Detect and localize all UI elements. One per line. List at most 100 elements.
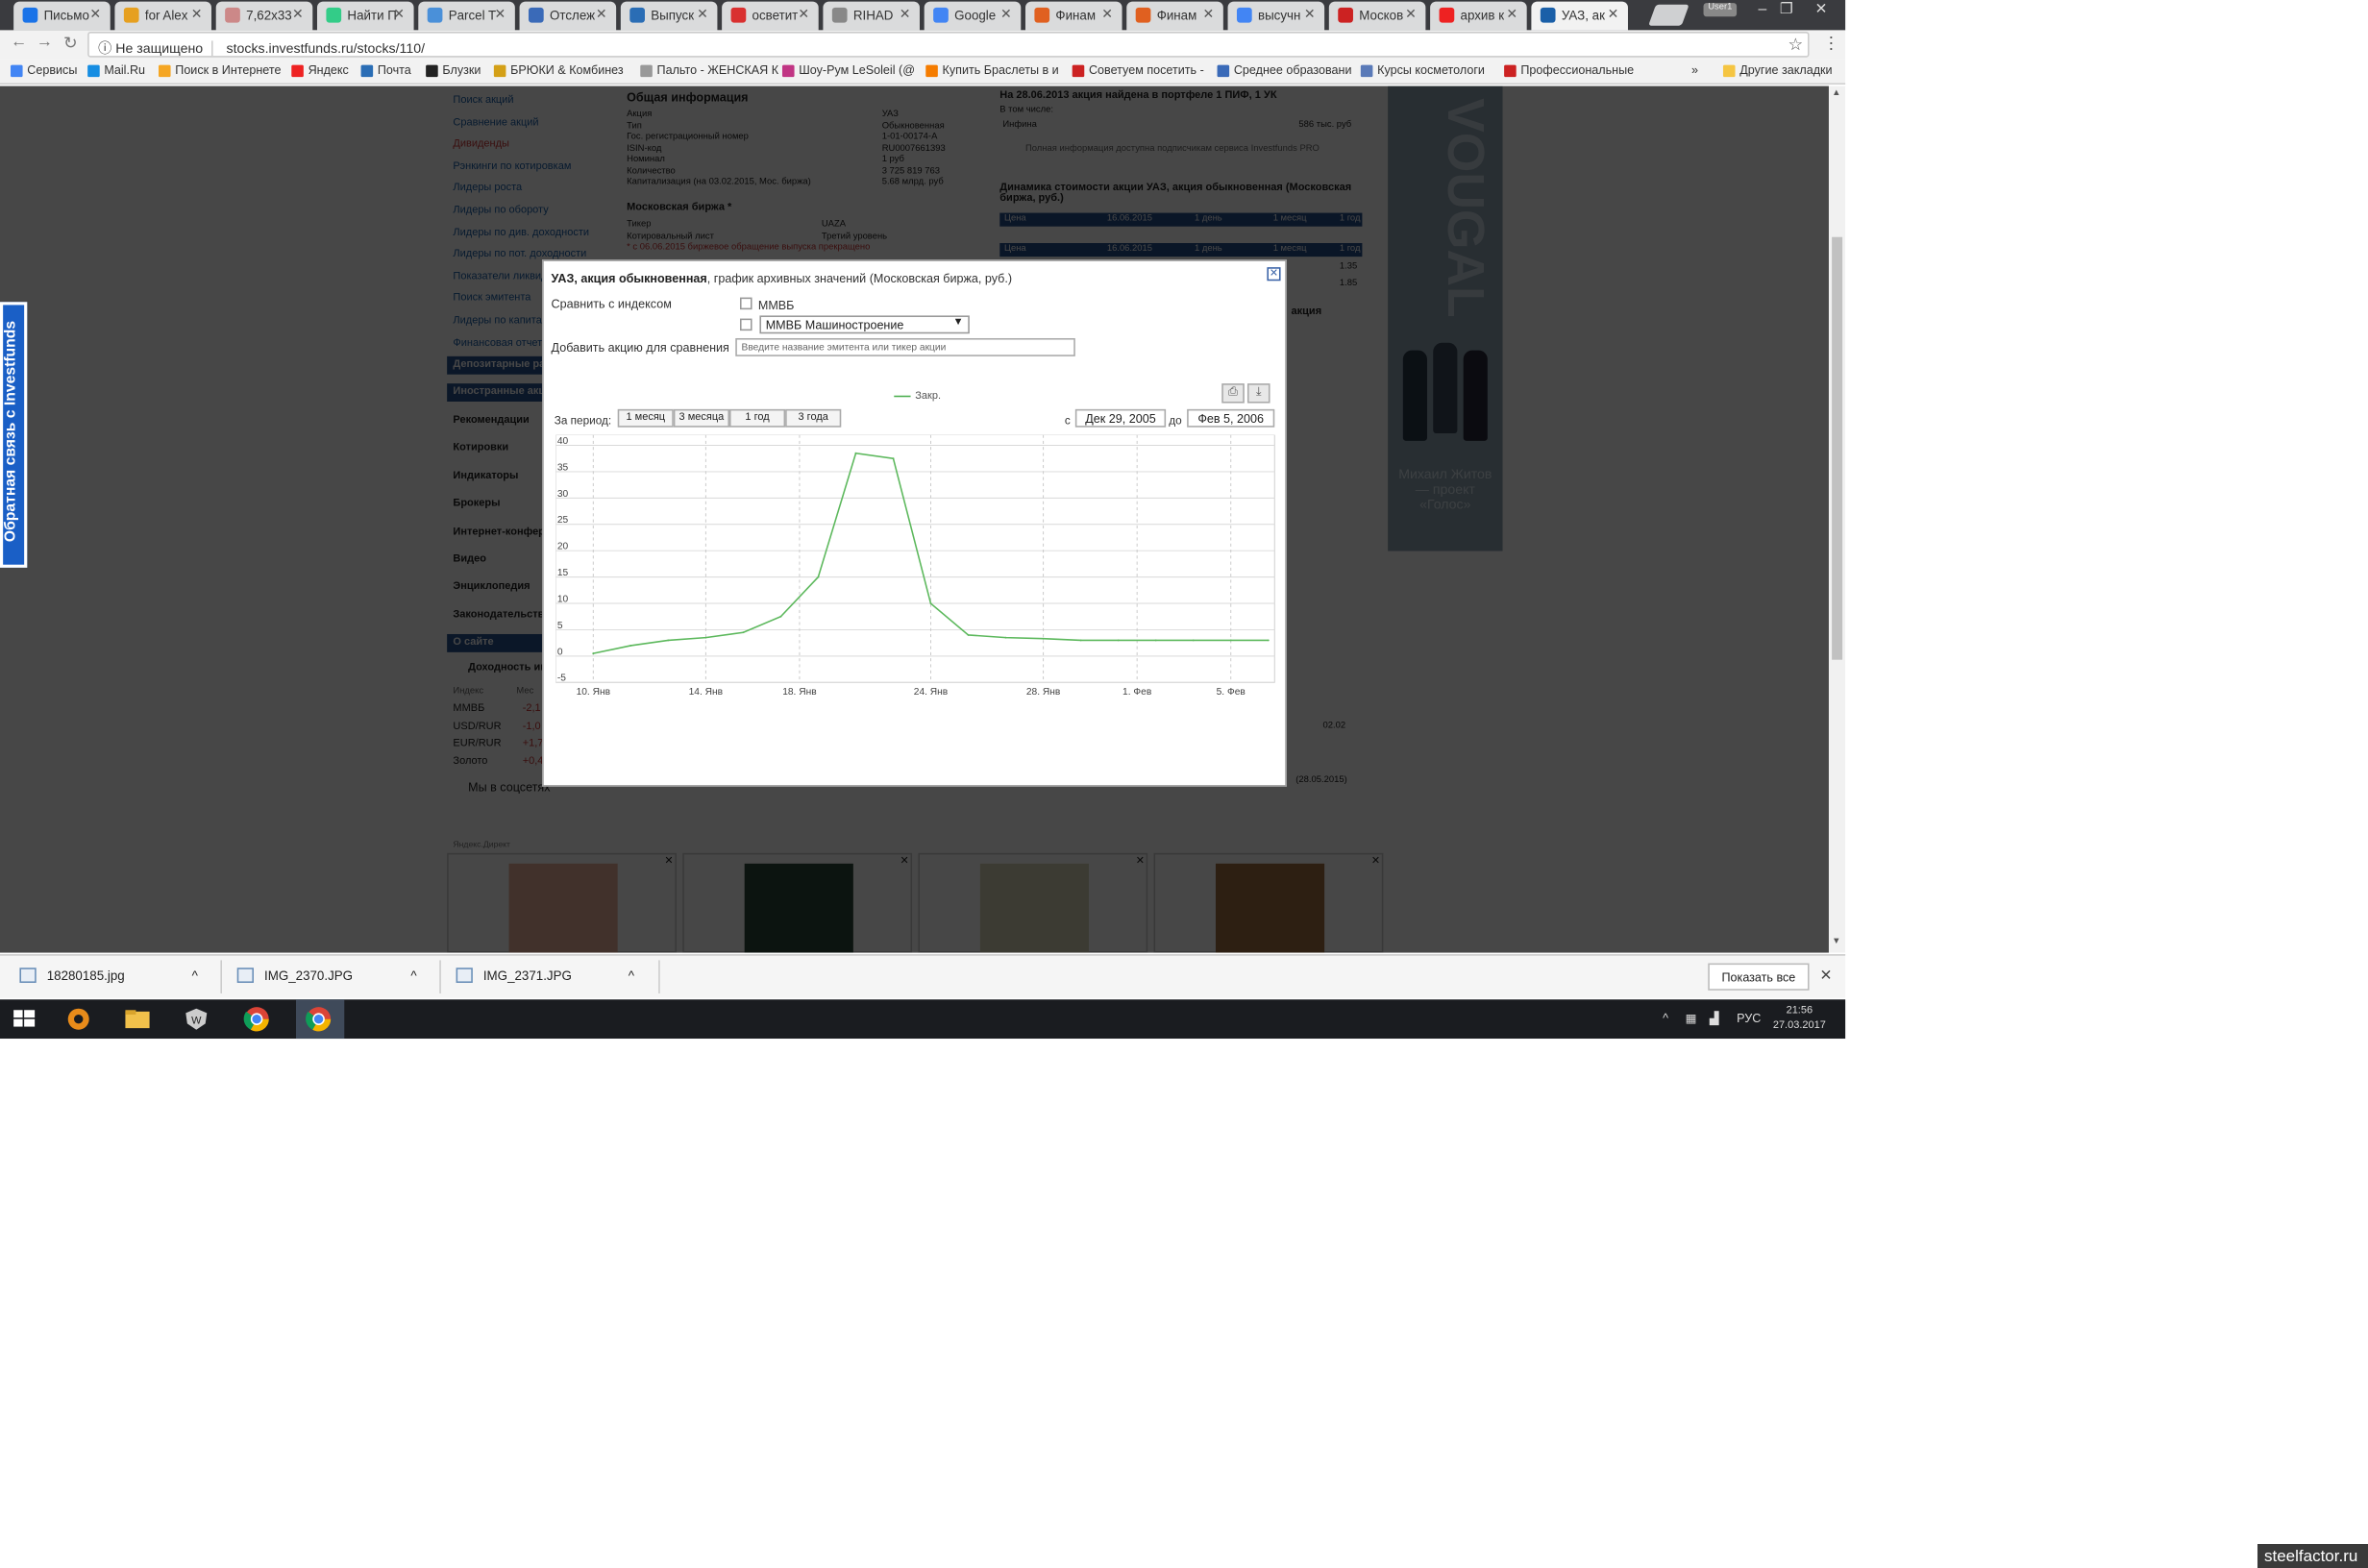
series-point[interactable] [1192, 639, 1195, 642]
chevron-up-icon[interactable]: ^ [192, 968, 198, 983]
series-point[interactable] [967, 633, 970, 636]
bookmark-item[interactable]: Шоу-Рум LeSoleil (@ [781, 63, 915, 78]
close-tab-icon[interactable]: ✕ [393, 6, 405, 22]
bookmark-item[interactable]: » [1691, 63, 1698, 77]
period-1-month-button[interactable]: 1 месяц [617, 408, 674, 428]
download-item[interactable]: 18280185.jpg [19, 968, 125, 983]
close-tab-icon[interactable]: ✕ [89, 6, 101, 22]
close-tab-icon[interactable]: ✕ [596, 6, 607, 22]
browser-tab[interactable]: осветит ✕ [722, 1, 819, 31]
download-item[interactable]: IMG_2370.JPG [236, 968, 353, 983]
series-point[interactable] [1154, 639, 1157, 642]
browser-tab[interactable]: архив к ✕ [1430, 1, 1527, 31]
series-point[interactable] [1004, 636, 1007, 639]
series-point[interactable] [704, 636, 707, 639]
browser-tab[interactable]: Финам ✕ [1024, 1, 1122, 31]
series-point[interactable] [1267, 639, 1270, 642]
series-point[interactable] [892, 457, 895, 460]
series-point[interactable] [1117, 639, 1120, 642]
series-point[interactable] [854, 452, 857, 454]
reload-icon[interactable]: ↻ [63, 34, 77, 53]
profile-chip[interactable]: User1 [1703, 3, 1738, 17]
browser-tab[interactable]: Выпуск ✕ [620, 1, 718, 31]
browser-menu-icon[interactable]: ⋮ [1823, 34, 1839, 53]
series-point[interactable] [1042, 637, 1045, 640]
bookmark-item[interactable]: БРЮКИ & Комбинез [493, 63, 624, 78]
bookmark-item[interactable]: Почта [360, 63, 411, 78]
media-player-icon[interactable] [62, 1004, 95, 1034]
close-tab-icon[interactable]: ✕ [697, 6, 708, 22]
bookmark-item[interactable]: Советуем посетить - [1072, 63, 1204, 78]
browser-tab[interactable]: УАЗ, ак ✕ [1531, 1, 1628, 31]
period-3-years-button[interactable]: 3 года [785, 408, 842, 428]
address-bar[interactable]: ⓘ Не защищено stocks.investfunds.ru/stoc… [87, 31, 1810, 58]
browser-tab[interactable]: Письмо ✕ [13, 1, 111, 31]
bookmark-item[interactable]: Поиск в Интернете [158, 63, 282, 78]
security-indicator[interactable]: ⓘ Не защищено [98, 40, 214, 57]
chevron-up-icon[interactable]: ^ [629, 968, 634, 983]
chart-legend[interactable]: Закр. [894, 391, 941, 402]
sector-index-checkbox[interactable] [739, 318, 752, 331]
bookmark-star-icon[interactable]: ☆ [1788, 35, 1804, 55]
series-point[interactable] [1229, 639, 1232, 642]
print-icon[interactable]: ⎙ [1221, 383, 1245, 404]
bookmark-item[interactable]: Курсы косметологи [1360, 63, 1485, 78]
index-select[interactable]: ММВБ Машиностроение ▼ [759, 315, 970, 334]
browser-tab[interactable]: Финам ✕ [1126, 1, 1223, 31]
window-close-icon[interactable]: ✕ [1811, 2, 1832, 18]
bookmark-item[interactable]: Пальто - ЖЕНСКАЯ К [640, 63, 778, 78]
file-explorer-icon[interactable] [121, 1004, 155, 1034]
close-tab-icon[interactable]: ✕ [798, 6, 809, 22]
close-tab-icon[interactable]: ✕ [1506, 6, 1517, 22]
bookmark-item[interactable]: Другие закладки [1722, 63, 1833, 78]
page-scrollbar[interactable]: ▲ ▼ [1828, 86, 1846, 953]
minimize-icon[interactable]: – [1752, 2, 1773, 18]
close-tab-icon[interactable]: ✕ [900, 6, 911, 22]
download-item[interactable]: IMG_2371.JPG [456, 968, 572, 983]
close-downloads-icon[interactable]: ✕ [1820, 968, 1833, 984]
series-point[interactable] [1079, 639, 1082, 642]
close-tab-icon[interactable]: ✕ [191, 6, 203, 22]
browser-tab[interactable]: for Alex ✕ [114, 1, 211, 31]
browser-tab[interactable]: Найти П ✕ [316, 1, 414, 31]
tray-chevron-icon[interactable]: ^ [1663, 1012, 1668, 1025]
period-3-months-button[interactable]: 3 месяца [673, 408, 729, 428]
series-point[interactable] [817, 576, 820, 578]
chrome-icon[interactable] [240, 1004, 274, 1034]
browser-tab[interactable]: Google ✕ [924, 1, 1022, 31]
show-all-downloads-button[interactable]: Показать все [1708, 963, 1810, 991]
series-point[interactable] [742, 631, 745, 634]
bookmark-item[interactable]: Среднее образовани [1217, 63, 1352, 78]
to-date-input[interactable]: Фев 5, 2006 [1187, 408, 1275, 428]
close-tab-icon[interactable]: ✕ [1101, 6, 1113, 22]
bookmark-item[interactable]: Сервисы [10, 63, 77, 78]
chrome-active-icon[interactable] [302, 1004, 335, 1034]
signal-icon[interactable]: ▟ [1710, 1012, 1719, 1025]
series-point[interactable] [929, 602, 932, 604]
download-icon[interactable]: ⤓ [1246, 383, 1270, 404]
browser-tab[interactable]: высучн ✕ [1227, 1, 1325, 31]
restore-icon[interactable]: ❐ [1776, 2, 1797, 18]
from-date-input[interactable]: Дек 29, 2005 [1074, 408, 1167, 428]
forward-icon[interactable]: → [37, 34, 53, 52]
close-tab-icon[interactable]: ✕ [1000, 6, 1012, 22]
system-clock[interactable]: 21:56 27.03.2017 [1773, 1004, 1826, 1034]
feedback-tab[interactable]: Обратная связь с Investfunds [0, 302, 28, 568]
browser-tab[interactable]: Отслеж ✕ [519, 1, 617, 31]
language-indicator[interactable]: РУС [1737, 1012, 1761, 1025]
new-tab-button[interactable] [1648, 4, 1690, 26]
close-tab-icon[interactable]: ✕ [495, 6, 506, 22]
back-icon[interactable]: ← [11, 34, 27, 52]
close-tab-icon[interactable]: ✕ [292, 6, 304, 22]
network-icon[interactable]: ▦ [1686, 1012, 1697, 1025]
browser-tab[interactable]: Parcel T ✕ [418, 1, 515, 31]
series-point[interactable] [667, 639, 670, 642]
close-tab-icon[interactable]: ✕ [1405, 6, 1417, 22]
scroll-down-icon[interactable]: ▼ [1832, 938, 1840, 946]
chevron-up-icon[interactable]: ^ [410, 968, 416, 983]
index-checkbox[interactable] [739, 297, 752, 310]
browser-tab[interactable]: 7,62x33 ✕ [215, 1, 313, 31]
series-point[interactable] [779, 615, 782, 618]
bookmark-item[interactable]: Яндекс [291, 63, 349, 78]
period-1-year-button[interactable]: 1 год [728, 408, 786, 428]
